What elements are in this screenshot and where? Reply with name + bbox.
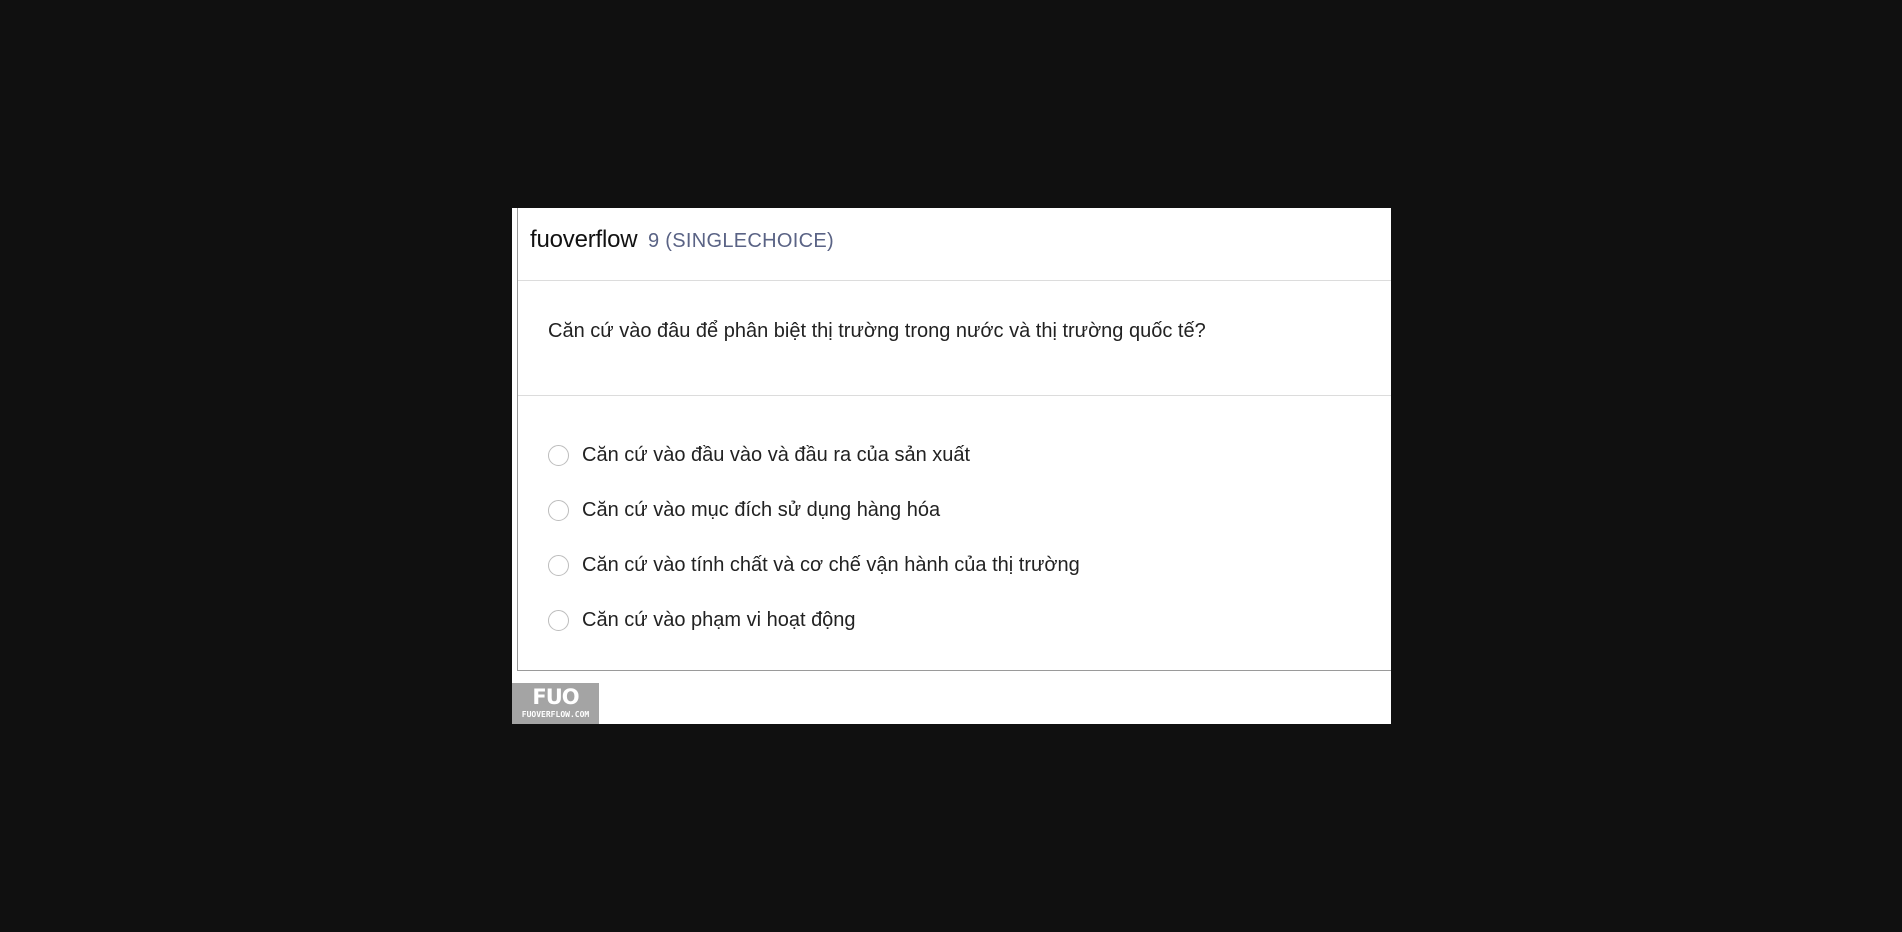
question-viewer: fuoverflow 9 (SINGLECHOICE) Căn cứ vào đ…: [512, 208, 1391, 724]
fuo-logo: FUO FUOVERFLOW.COM: [512, 683, 599, 724]
logo-site-text: FUOVERFLOW.COM: [521, 710, 590, 719]
answer-option-d[interactable]: Căn cứ vào phạm vi hoạt động: [548, 593, 1080, 648]
answer-option-label: Căn cứ vào phạm vi hoạt động: [582, 609, 856, 631]
answer-option-label: Căn cứ vào đầu vào và đầu ra của sản xuấ…: [582, 444, 971, 466]
answer-option-label: Căn cứ vào tính chất và cơ chế vận hành …: [582, 554, 1080, 576]
radio-button[interactable]: [548, 445, 569, 466]
question-block: Căn cứ vào đâu để phân biệt thị trường t…: [518, 281, 1391, 396]
answer-option-a[interactable]: Căn cứ vào đầu vào và đầu ra của sản xuấ…: [548, 428, 1080, 483]
question-header: fuoverflow 9 (SINGLECHOICE): [518, 208, 1391, 281]
answer-options: Căn cứ vào đầu vào và đầu ra của sản xuấ…: [548, 428, 1080, 648]
radio-button[interactable]: [548, 555, 569, 576]
question-card: fuoverflow 9 (SINGLECHOICE) Căn cứ vào đ…: [517, 208, 1391, 671]
answer-option-c[interactable]: Căn cứ vào tính chất và cơ chế vận hành …: [548, 538, 1080, 593]
radio-button[interactable]: [548, 500, 569, 521]
question-type-label: 9 (SINGLECHOICE): [648, 230, 834, 252]
brand-label: fuoverflow: [530, 226, 638, 253]
question-text: Căn cứ vào đâu để phân biệt thị trường t…: [548, 320, 1206, 342]
answer-option-label: Căn cứ vào mục đích sử dụng hàng hóa: [582, 499, 941, 521]
logo-mark: FUO: [532, 685, 579, 709]
radio-button[interactable]: [548, 610, 569, 631]
answer-option-b[interactable]: Căn cứ vào mục đích sử dụng hàng hóa: [548, 483, 1080, 538]
